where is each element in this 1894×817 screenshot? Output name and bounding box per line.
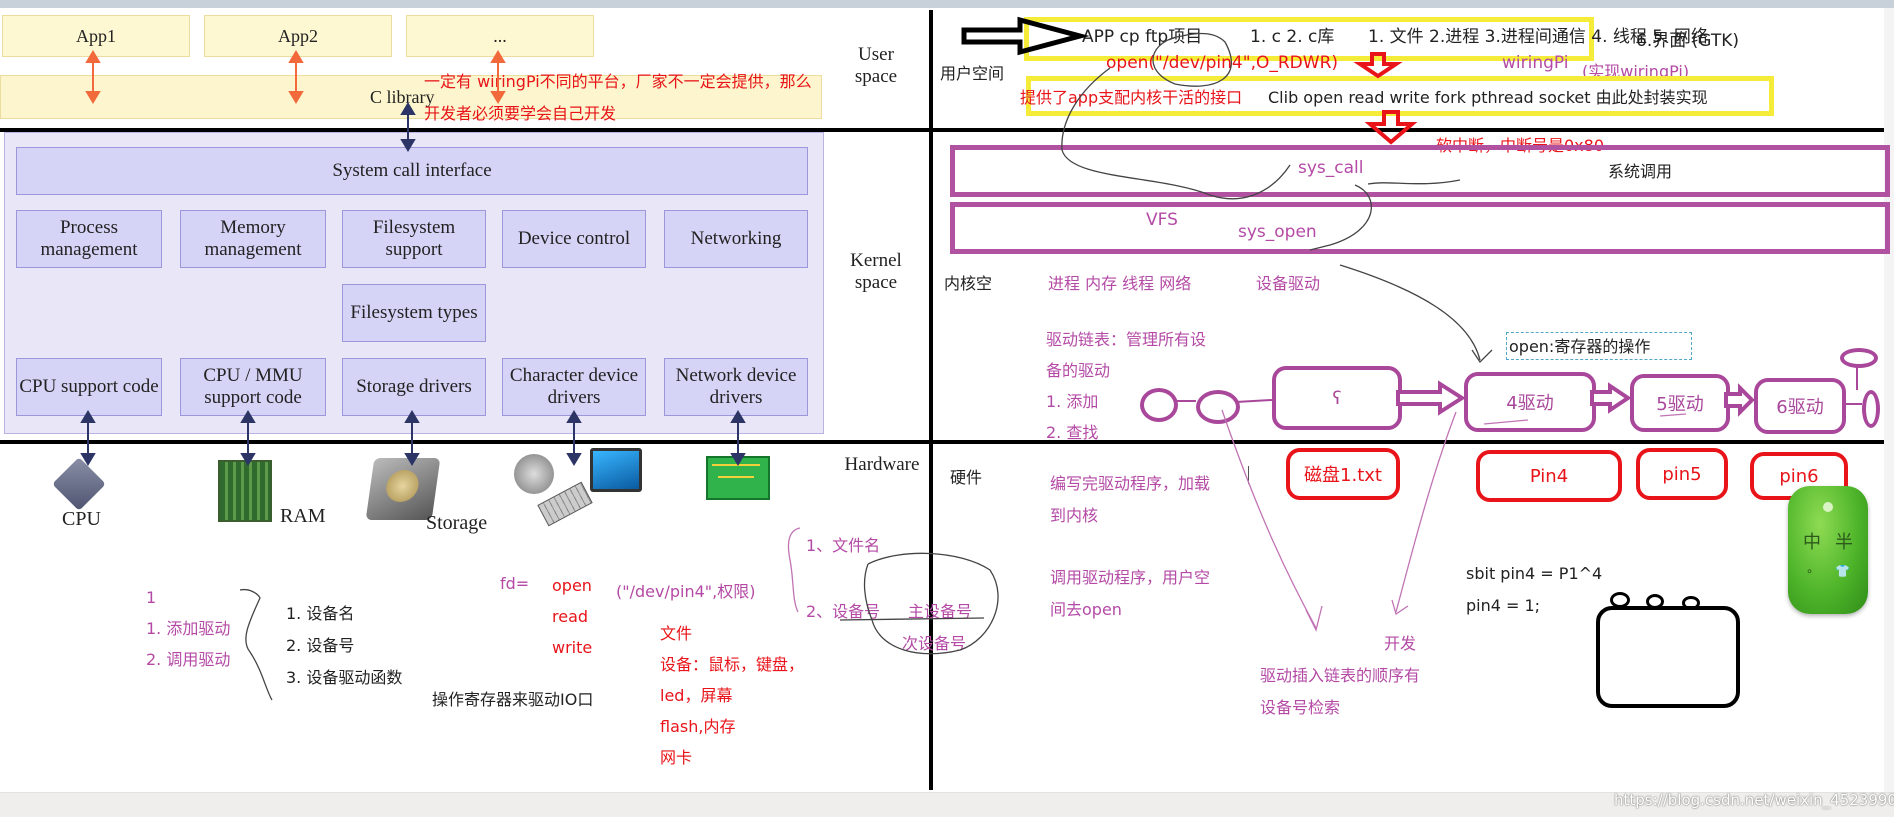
app-clib-arrows: [85, 50, 506, 104]
arrowhead-driver: [1471, 349, 1493, 364]
app2-arrow-up: [288, 50, 304, 63]
annotation-strokes: [80, 16, 1862, 701]
curve-open-to-syscall: [1061, 67, 1291, 200]
app3-arrow-up: [490, 50, 506, 63]
arrow-5-to-6: [1724, 383, 1755, 417]
net-arrow-up: [730, 410, 746, 423]
storage-arrow-up: [404, 410, 420, 423]
arrow-first-to-4: [1396, 380, 1466, 416]
char-arrow-down: [566, 453, 582, 466]
circle-device-number: [863, 552, 999, 655]
app3-arrow-down: [490, 91, 506, 104]
underline-5-driver: [1659, 413, 1687, 417]
connector-ellipse-first: [1235, 399, 1273, 403]
underline-4-driver: [1483, 419, 1529, 425]
line-chain-to-dev-left: [1221, 409, 1317, 629]
app1-arrow-down: [85, 91, 101, 104]
curve-syscall-to-sysopen: [1309, 184, 1372, 251]
arrowhead-dev-right: [1391, 599, 1409, 616]
cpu-arrow-down: [80, 453, 96, 466]
chain-connectors: [1174, 364, 1862, 417]
squiggle-syscall: [1367, 179, 1461, 185]
clib-syscall-up: [400, 102, 416, 115]
line-chain-to-dev-right: [1395, 411, 1457, 613]
pen-curves: [239, 32, 1493, 701]
storage-arrow-down: [404, 453, 420, 466]
red-down-arrow-1: [1353, 52, 1403, 79]
circle-dev-pin4: [1152, 32, 1232, 87]
ram-arrow-up: [240, 410, 256, 423]
net-arrow-down: [730, 453, 746, 466]
kernel-arrows: [80, 102, 746, 466]
cpu-arrow-up: [80, 410, 96, 423]
ram-arrow-down: [240, 453, 256, 466]
pink-strokes: [787, 409, 1687, 632]
curve-sysopen-to-driver: [1339, 264, 1481, 361]
arrow-4-to-5: [1590, 382, 1632, 414]
app2-arrow-down: [288, 91, 304, 104]
clib-syscall-down: [400, 139, 416, 152]
brace-driver-items: [239, 588, 273, 701]
brace-fileinfo: [787, 527, 801, 613]
red-down-arrow-2: [1364, 110, 1418, 145]
device-number-underline: [839, 617, 985, 621]
app-hollow-arrow: [961, 16, 1090, 56]
app1-arrow-up: [85, 50, 101, 63]
char-arrow-up: [566, 410, 582, 423]
arrowhead-dev-left: [1305, 605, 1323, 632]
